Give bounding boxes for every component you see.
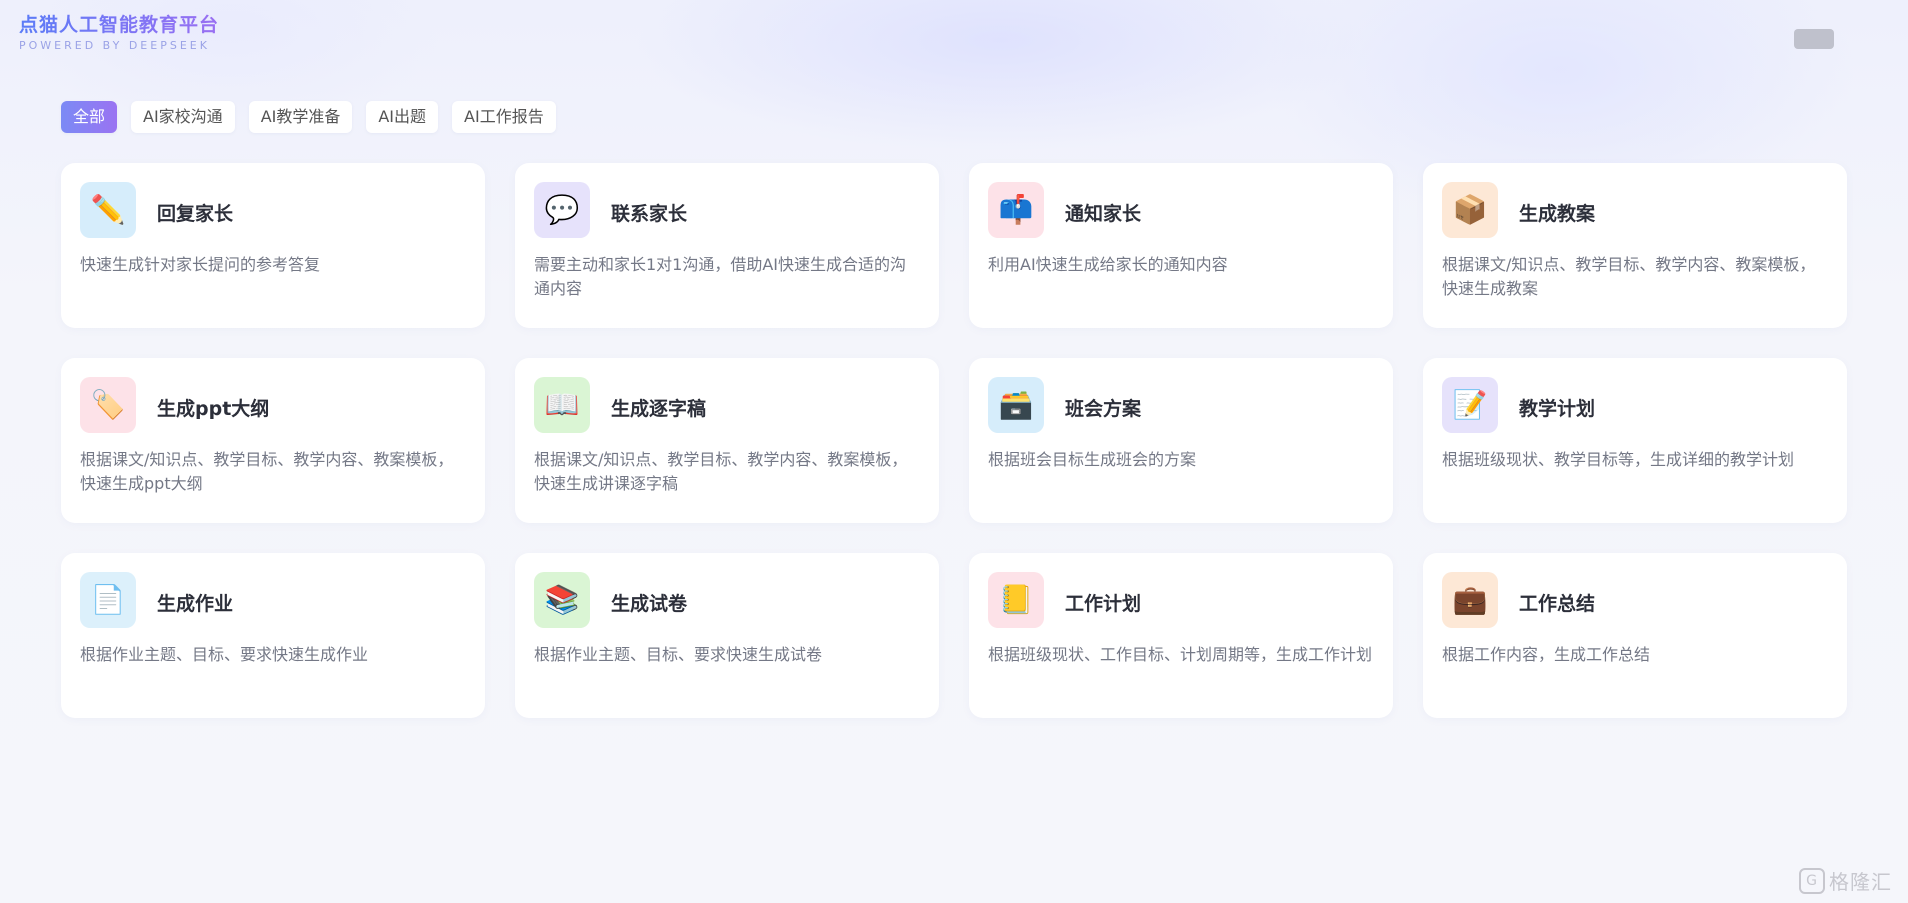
card-title: 工作计划 [1065, 593, 1142, 615]
notebook-icon: 📒 [988, 572, 1044, 628]
card-title: 教学计划 [1519, 398, 1596, 420]
card-title: 生成逐字稿 [611, 398, 707, 420]
tool-card[interactable]: 💼 工作总结 根据工作内容，生成工作总结 [1423, 553, 1847, 718]
brand-subtitle: POWERED BY DEEPSEEK [19, 39, 210, 52]
filter-tab-question-gen[interactable]: AI出题 [366, 101, 439, 133]
card-description: 需要主动和家长1对1沟通，借助AI快速生成合适的沟通内容 [534, 255, 907, 298]
file-cabinet-icon: 🗃️ [988, 377, 1044, 433]
filter-tab-work-report[interactable]: AI工作报告 [452, 101, 556, 133]
books-icon: 📚 [534, 572, 590, 628]
card-title: 联系家长 [611, 203, 688, 225]
document-icon: 📄 [80, 572, 136, 628]
tag-icon: 🏷️ [80, 377, 136, 433]
tool-card[interactable]: ✏️ 回复家长 快速生成针对家长提问的参考答复 [61, 163, 485, 328]
briefcase-icon: 💼 [1442, 572, 1498, 628]
filter-tab-teaching-prep[interactable]: AI教学准备 [248, 101, 353, 133]
card-description: 根据作业主题、目标、要求快速生成试卷 [534, 645, 823, 664]
brand-logo: 点猫人工智能教育平台 POWERED BY DEEPSEEK [19, 13, 219, 52]
tool-card[interactable]: 📖 生成逐字稿 根据课文/知识点、教学目标、教学内容、教案模板，快速生成讲课逐字… [515, 358, 939, 523]
tool-card[interactable]: 📄 生成作业 根据作业主题、目标、要求快速生成作业 [61, 553, 485, 718]
card-description: 根据课文/知识点、教学目标、教学内容、教案模板，快速生成ppt大纲 [80, 450, 454, 493]
book-icon: 📖 [534, 377, 590, 433]
tool-card[interactable]: 🏷️ 生成ppt大纲 根据课文/知识点、教学目标、教学内容、教案模板，快速生成p… [61, 358, 485, 523]
tool-card[interactable]: 📝 教学计划 根据班级现状、教学目标等，生成详细的教学计划 [1423, 358, 1847, 523]
filter-tab-home-school[interactable]: AI家校沟通 [131, 101, 235, 133]
card-description: 根据课文/知识点、教学目标、教学内容、教案模板，快速生成教案 [1442, 255, 1816, 298]
filter-tab-all[interactable]: 全部 [61, 101, 118, 133]
tool-card[interactable]: 📒 工作计划 根据班级现状、工作目标、计划周期等，生成工作计划 [969, 553, 1393, 718]
card-description: 根据班级现状、教学目标等，生成详细的教学计划 [1442, 450, 1795, 469]
card-description: 根据作业主题、目标、要求快速生成作业 [80, 645, 369, 664]
watermark: G 格隆汇 [1799, 866, 1892, 895]
card-description: 根据工作内容，生成工作总结 [1442, 645, 1651, 664]
card-title: 工作总结 [1519, 593, 1596, 615]
card-title: 生成ppt大纲 [157, 398, 270, 420]
brand-title: 点猫人工智能教育平台 [19, 14, 220, 36]
tool-card[interactable]: 📫 通知家长 利用AI快速生成给家长的通知内容 [969, 163, 1393, 328]
tool-card[interactable]: 🗃️ 班会方案 根据班会目标生成班会的方案 [969, 358, 1393, 523]
user-menu-button[interactable] [1794, 29, 1834, 49]
card-title: 生成试卷 [611, 593, 688, 615]
memo-icon: 📝 [1442, 377, 1498, 433]
card-title: 生成教案 [1519, 203, 1596, 225]
speech-bubble-icon: 💬 [534, 182, 590, 238]
pencil-icon: ✏️ [80, 182, 136, 238]
box-icon: 📦 [1442, 182, 1498, 238]
card-title: 生成作业 [157, 593, 234, 615]
tool-card-grid: ✏️ 回复家长 快速生成针对家长提问的参考答复 💬 联系家长 需要主动和家长1对… [61, 163, 1847, 718]
card-description: 根据课文/知识点、教学目标、教学内容、教案模板，快速生成讲课逐字稿 [534, 450, 908, 493]
card-description: 快速生成针对家长提问的参考答复 [80, 255, 321, 274]
card-title: 通知家长 [1065, 203, 1142, 225]
card-description: 根据班级现状、工作目标、计划周期等，生成工作计划 [988, 645, 1373, 664]
card-description: 根据班会目标生成班会的方案 [988, 450, 1197, 469]
card-description: 利用AI快速生成给家长的通知内容 [988, 255, 1228, 274]
watermark-text: 格隆汇 [1829, 870, 1892, 894]
tool-card[interactable]: 📚 生成试卷 根据作业主题、目标、要求快速生成试卷 [515, 553, 939, 718]
tool-card[interactable]: 💬 联系家长 需要主动和家长1对1沟通，借助AI快速生成合适的沟通内容 [515, 163, 939, 328]
mailbox-icon: 📫 [988, 182, 1044, 238]
tool-card[interactable]: 📦 生成教案 根据课文/知识点、教学目标、教学内容、教案模板，快速生成教案 [1423, 163, 1847, 328]
category-filter-bar: 全部 AI家校沟通 AI教学准备 AI出题 AI工作报告 [61, 101, 556, 133]
watermark-logo-icon: G [1799, 867, 1825, 894]
card-title: 班会方案 [1065, 398, 1142, 420]
card-title: 回复家长 [157, 203, 234, 225]
